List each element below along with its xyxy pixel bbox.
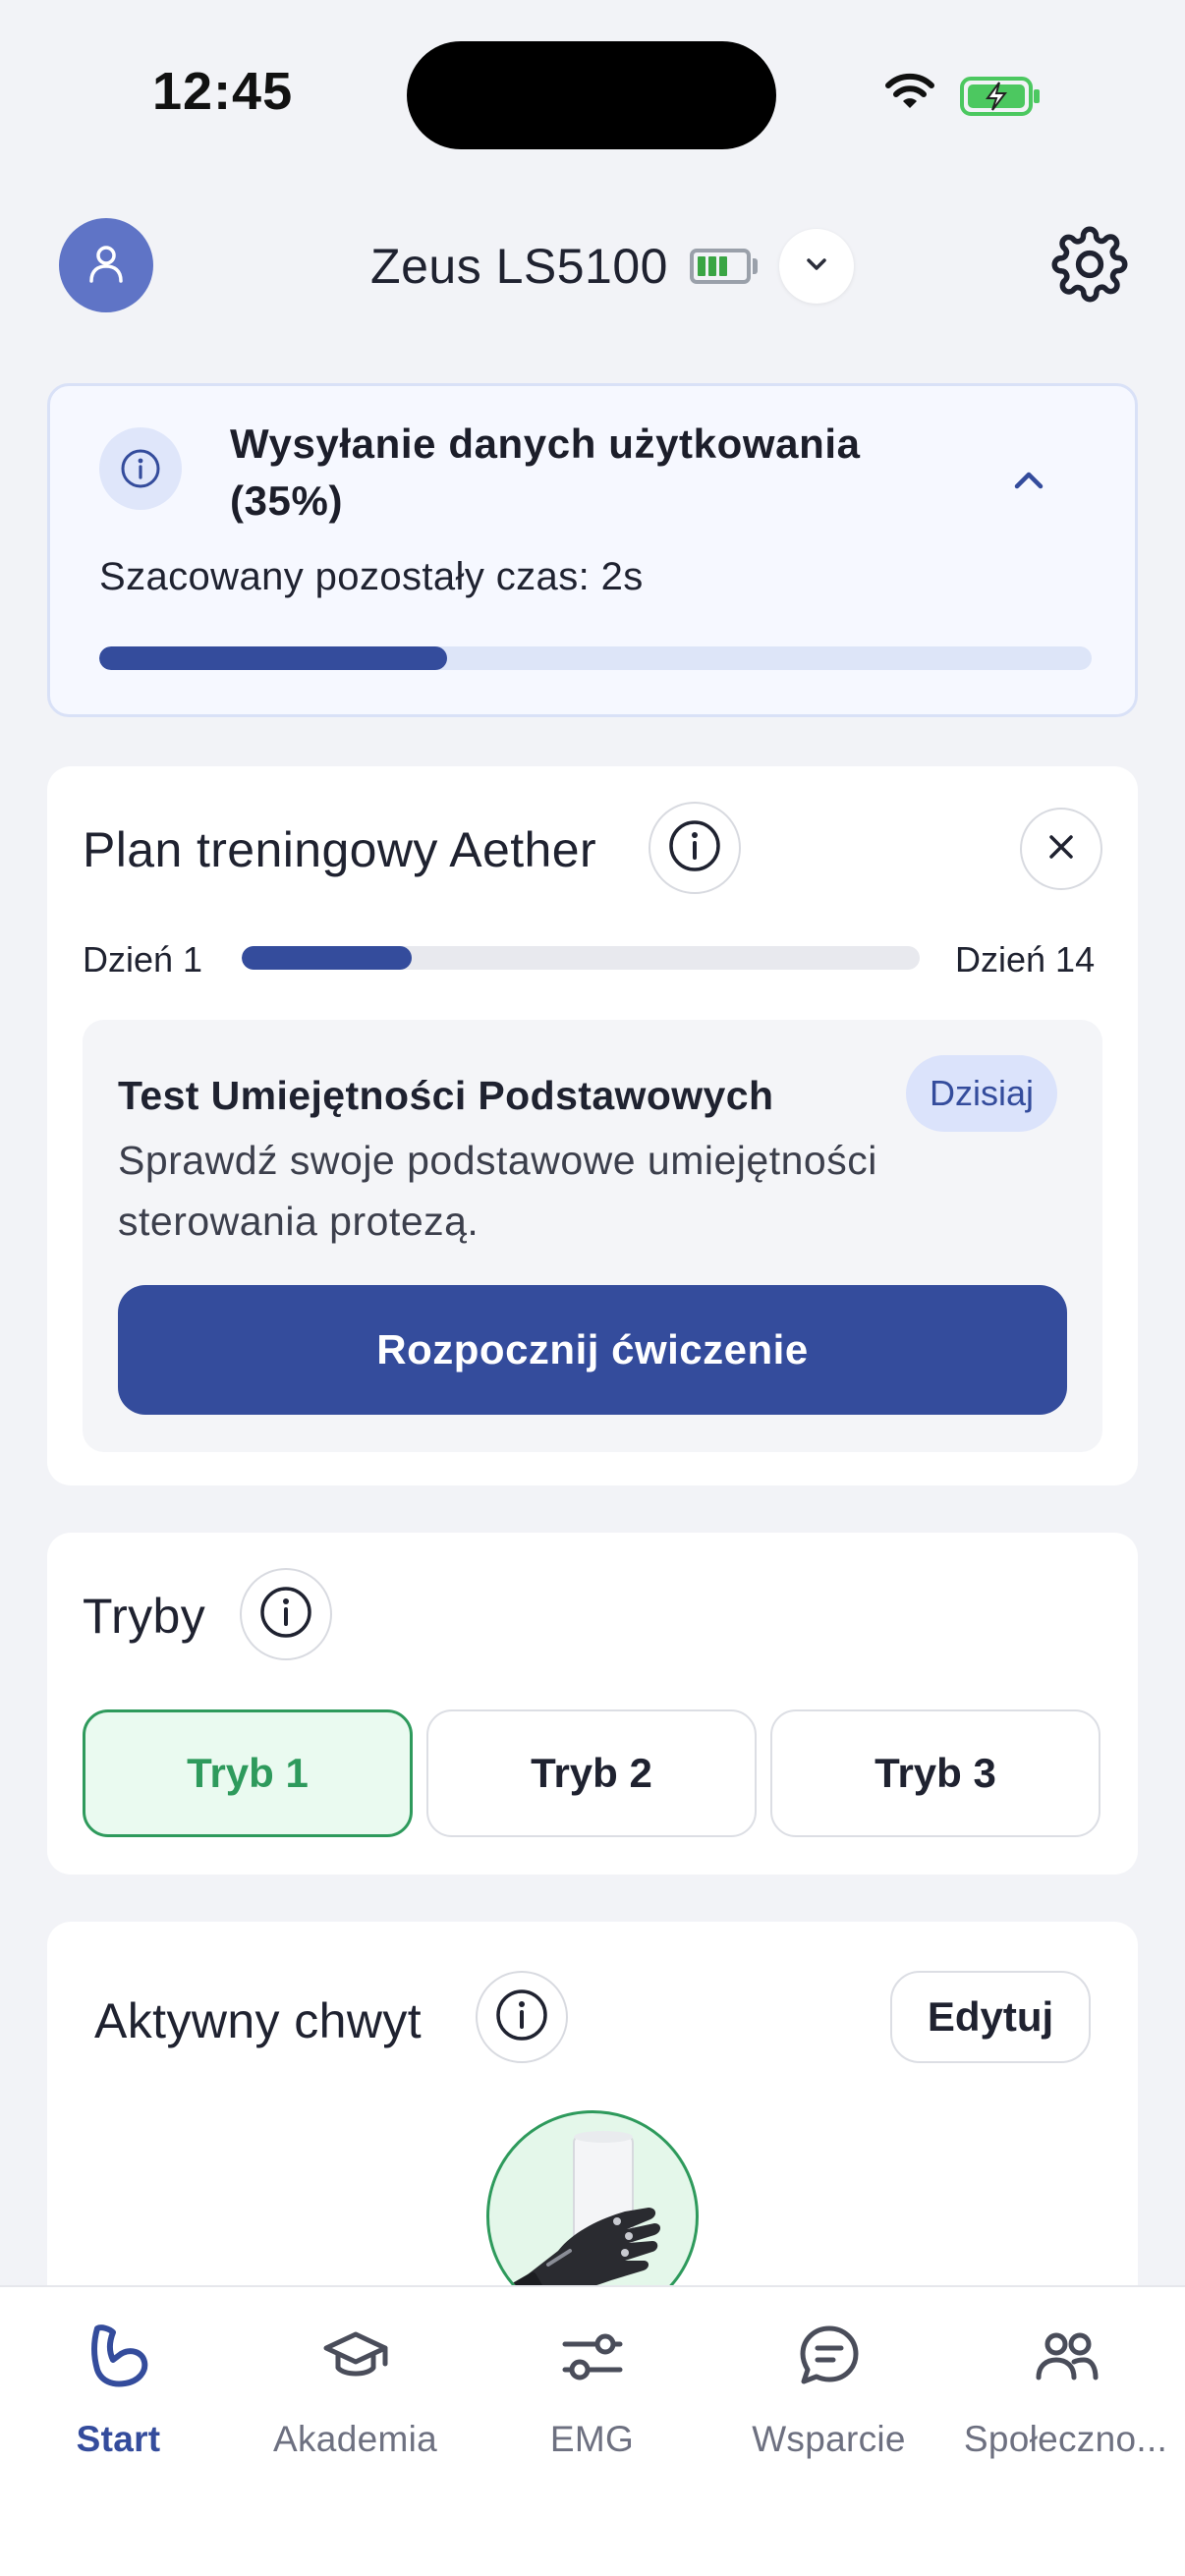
arm-icon [84, 2317, 154, 2395]
training-plan-info-button[interactable] [649, 802, 741, 894]
plan-day-start: Dzień 1 [83, 939, 203, 980]
graduation-cap-icon [320, 2317, 391, 2395]
upload-progress-bar [99, 646, 1092, 670]
today-badge: Dzisiaj [906, 1055, 1058, 1132]
modes-card: Tryby Tryb 1 Tryb 2 Tryb 3 [47, 1533, 1138, 1875]
chevron-up-icon [1003, 472, 1054, 510]
nav-wsparcie-label: Wsparcie [752, 2419, 906, 2459]
nav-akademia-label: Akademia [273, 2419, 437, 2459]
modes-title: Tryby [83, 1589, 206, 1644]
nav-start[interactable]: Start [0, 2317, 237, 2460]
chat-icon [794, 2317, 865, 2395]
mode-1-button[interactable]: Tryb 1 [83, 1709, 413, 1837]
mode-3-button[interactable]: Tryb 3 [770, 1709, 1100, 1837]
modes-info-button[interactable] [240, 1568, 332, 1660]
gear-icon [1051, 226, 1128, 307]
task-box: Test Umiejętności Podstawowych Dzisiaj S… [83, 1020, 1102, 1452]
device-dropdown-button[interactable] [778, 229, 854, 304]
close-plan-button[interactable] [1020, 808, 1102, 890]
device-selector[interactable]: Zeus LS5100 [0, 222, 1185, 310]
sliders-icon [557, 2317, 628, 2395]
wifi-icon [884, 73, 935, 117]
info-icon [494, 1988, 549, 2047]
edit-grip-button[interactable]: Edytuj [890, 1971, 1091, 2063]
task-description: Sprawdź swoje podstawowe umiejętności st… [118, 1138, 877, 1244]
active-grip-title: Aktywny chwyt [94, 1993, 423, 2048]
start-exercise-button[interactable]: Rozpocznij ćwiczenie [118, 1285, 1067, 1415]
plan-day-end: Dzień 14 [955, 939, 1096, 980]
mode-2-button[interactable]: Tryb 2 [426, 1709, 757, 1837]
collapse-button[interactable] [1003, 455, 1054, 511]
info-icon [667, 818, 722, 878]
training-plan-title: Plan treningowy Aether [83, 822, 597, 877]
nav-start-label: Start [76, 2419, 161, 2459]
nav-wsparcie[interactable]: Wsparcie [710, 2317, 947, 2460]
upload-eta: Szacowany pozostały czas: 2s [99, 555, 644, 598]
nav-emg[interactable]: EMG [474, 2317, 710, 2460]
status-time: 12:45 [152, 62, 294, 121]
bottom-navigation: Start Akademia EMG Wsparcie Społeczno... [0, 2285, 1185, 2576]
nav-spolecznosc[interactable]: Społeczno... [947, 2317, 1184, 2460]
task-title: Test Umiejętności Podstawowych [118, 1073, 774, 1118]
device-battery-icon [689, 249, 758, 284]
plan-progress-fill [242, 946, 412, 970]
nav-akademia[interactable]: Akademia [237, 2317, 474, 2460]
nav-emg-label: EMG [549, 2419, 635, 2459]
upload-title: Wysyłanie danych użytkowania (35%) [230, 420, 861, 524]
people-icon [1031, 2317, 1101, 2395]
close-icon [1044, 829, 1079, 869]
active-grip-info-button[interactable] [476, 1971, 568, 2063]
device-name: Zeus LS5100 [370, 239, 668, 294]
plan-progress-bar [242, 946, 920, 970]
info-icon [99, 427, 182, 510]
settings-button[interactable] [1051, 226, 1128, 308]
info-icon [258, 1585, 313, 1645]
chevron-down-icon [800, 248, 833, 286]
upload-status-card: Wysyłanie danych użytkowania (35%) Szaco… [47, 383, 1138, 717]
dynamic-island [407, 41, 776, 149]
training-plan-card: Plan treningowy Aether Dzień 1 Dzień 14 … [47, 766, 1138, 1485]
battery-charging-icon [960, 77, 1043, 121]
nav-spolecznosc-label: Społeczno... [963, 2419, 1168, 2459]
upload-progress-fill [99, 646, 447, 670]
